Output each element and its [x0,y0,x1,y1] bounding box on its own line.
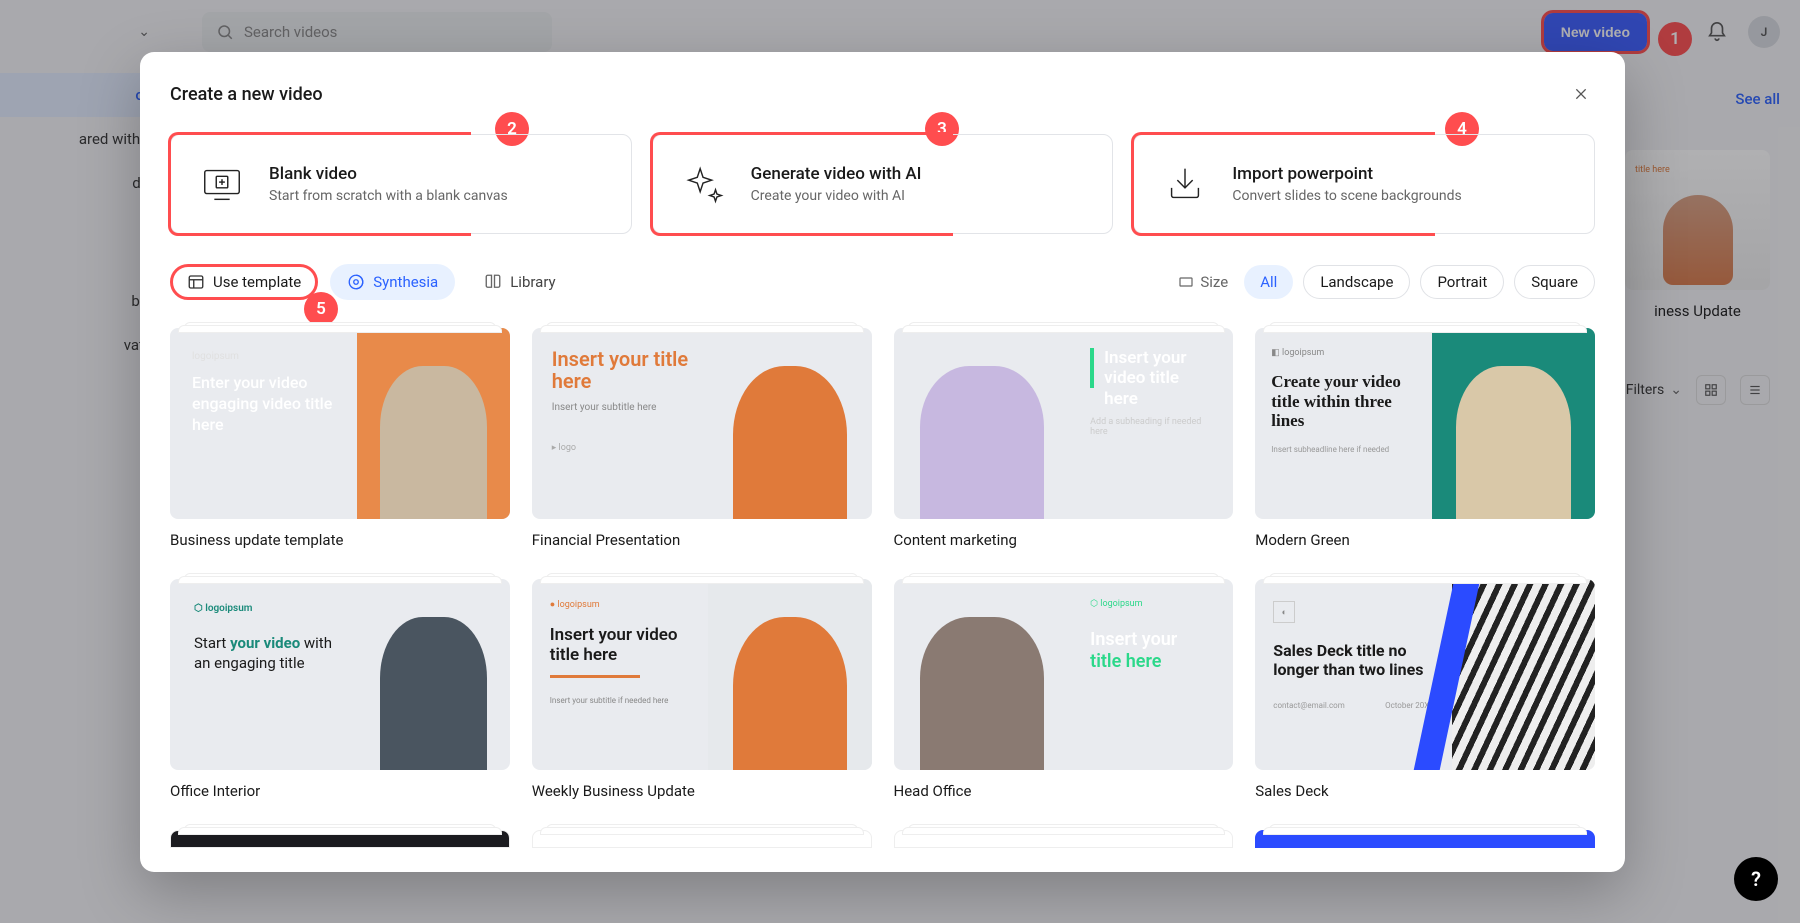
template-thumb: ● logoipsumInsert your video title hereI… [532,579,872,770]
template-card[interactable]: ● logoipsumInsert your video title hereI… [532,573,872,800]
option-subtitle: Convert slides to scene backgrounds [1232,188,1461,204]
template-thumb: ◧ logoipsumCreate your video title withi… [1255,328,1595,519]
tab-label: Library [510,273,555,291]
template-name: Head Office [894,782,1234,800]
aspect-icon [1178,274,1194,290]
template-thumb: logoipsumEnter your video engaging video… [170,328,510,519]
template-card[interactable]: ◐Sales Deck title no longer than two lin… [1255,573,1595,800]
tab-label: Use template [213,273,301,291]
template-card-peek[interactable] [1255,824,1595,848]
creation-options-row: 2 3 4 Blank video Start from scratch wit… [170,134,1595,234]
close-icon [1573,86,1589,102]
option-subtitle: Create your video with AI [751,188,922,204]
annotation-badge-5: 5 [304,292,338,326]
import-icon [1158,157,1212,211]
template-card-peek[interactable] [532,824,872,848]
help-icon: ? [1751,867,1761,891]
option-import-ppt[interactable]: Import powerpoint Convert slides to scen… [1133,134,1595,234]
option-title: Generate video with AI [751,164,922,184]
option-generate-ai[interactable]: Generate video with AI Create your video… [652,134,1114,234]
size-landscape[interactable]: Landscape [1303,265,1410,299]
option-blank-video[interactable]: Blank video Start from scratch with a bl… [170,134,632,234]
sparkle-icon [677,157,731,211]
size-label: Size [1178,273,1228,291]
option-subtitle: Start from scratch with a blank canvas [269,188,508,204]
size-portrait[interactable]: Portrait [1420,265,1504,299]
template-name: Financial Presentation [532,531,872,549]
template-thumb: ⬡ logoipsumInsert your title here [894,579,1234,770]
template-name: Weekly Business Update [532,782,872,800]
blank-video-icon [195,157,249,211]
template-card[interactable]: Insert your title hereInsert your subtit… [532,322,872,549]
option-title: Import powerpoint [1232,164,1461,184]
synthesia-icon [347,273,365,291]
template-name: Business update template [170,531,510,549]
template-card[interactable]: Insert your video title hereAdd a subhea… [894,322,1234,549]
modal-title: Create a new video [170,84,323,105]
template-thumb: Insert your title hereInsert your subtit… [532,328,872,519]
close-button[interactable] [1567,80,1595,108]
template-thumb: Insert your video title hereAdd a subhea… [894,328,1234,519]
template-filter-bar: 5 Use template Synthesia Library Size Al… [170,264,1595,300]
template-card-peek[interactable] [170,824,510,848]
book-icon [484,273,502,291]
templates-grid: logoipsumEnter your video engaging video… [170,322,1595,848]
tab-use-template[interactable]: Use template [170,264,318,300]
tab-synthesia[interactable]: Synthesia [330,264,455,300]
tab-library[interactable]: Library [467,264,572,300]
template-icon [187,273,205,291]
template-name: Office Interior [170,782,510,800]
template-card[interactable]: ⬡ logoipsumInsert your title here Head O… [894,573,1234,800]
option-title: Blank video [269,164,508,184]
template-card[interactable]: ⬡ logoipsumStart your video with an enga… [170,573,510,800]
template-card-peek[interactable] [894,824,1234,848]
size-square[interactable]: Square [1514,265,1595,299]
template-card[interactable]: ◧ logoipsumCreate your video title withi… [1255,322,1595,549]
template-name: Modern Green [1255,531,1595,549]
template-name: Sales Deck [1255,782,1595,800]
template-name: Content marketing [894,531,1234,549]
size-all[interactable]: All [1244,265,1293,299]
help-button[interactable]: ? [1734,857,1778,901]
tab-label: Synthesia [373,273,438,291]
template-card[interactable]: logoipsumEnter your video engaging video… [170,322,510,549]
template-thumb: ⬡ logoipsumStart your video with an enga… [170,579,510,770]
create-video-modal: Create a new video 2 3 4 Blank video Sta… [140,52,1625,872]
template-thumb: ◐Sales Deck title no longer than two lin… [1255,579,1595,770]
